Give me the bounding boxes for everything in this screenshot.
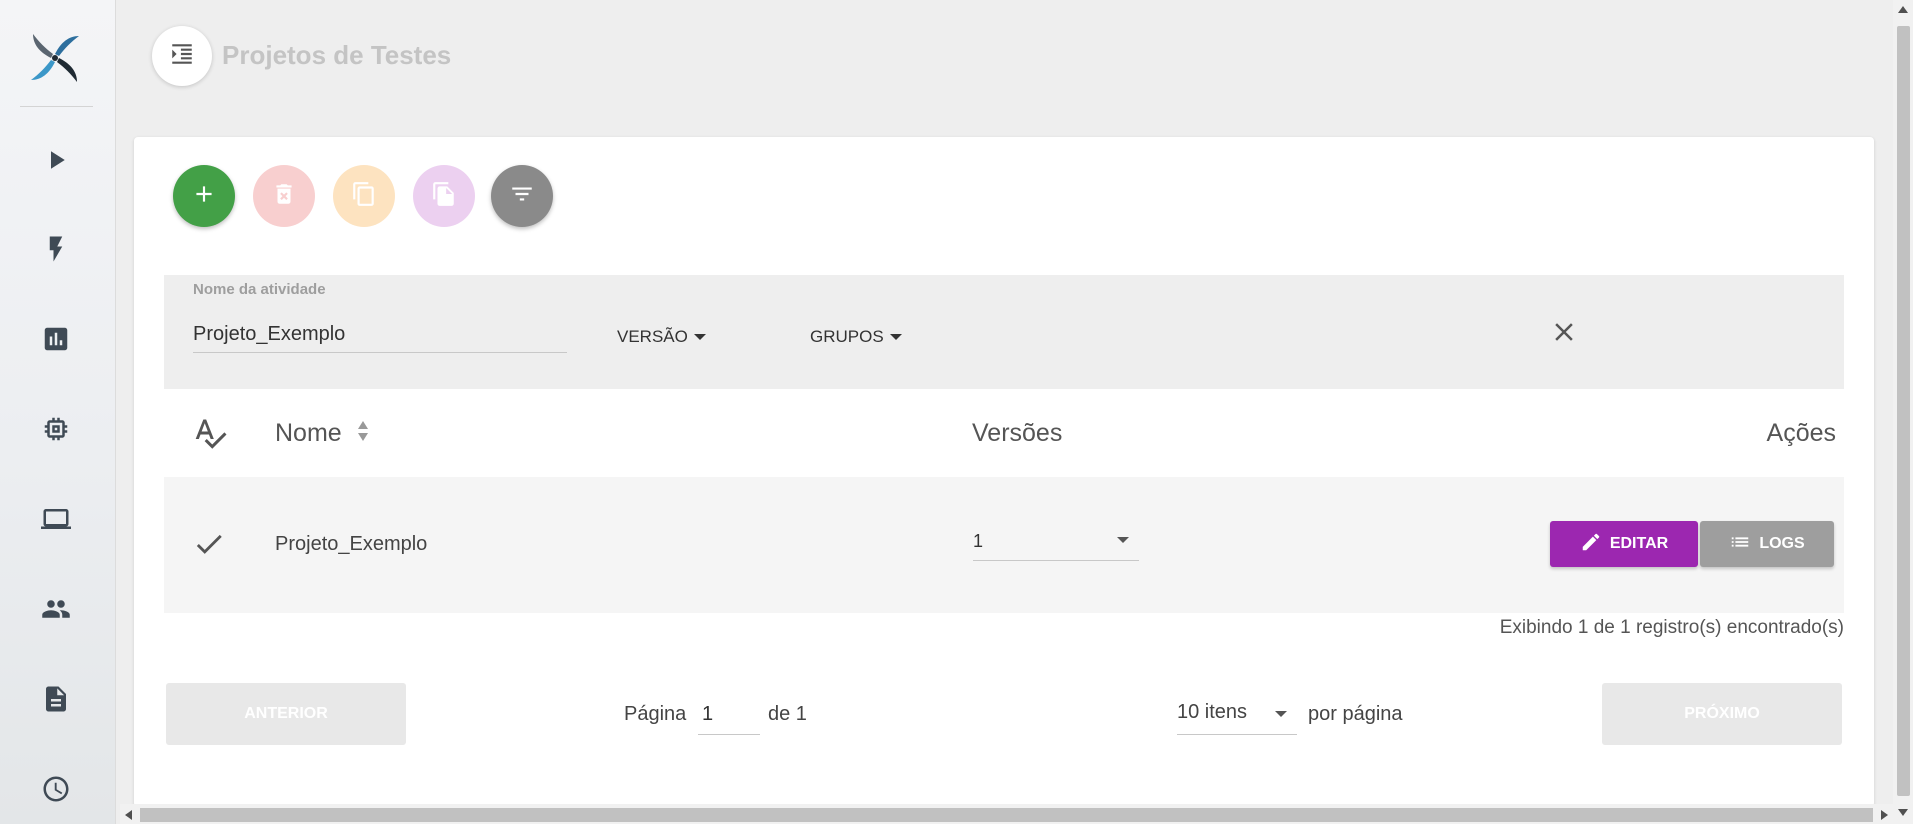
page-number-input[interactable] xyxy=(698,695,760,735)
bar-chart-icon[interactable] xyxy=(38,321,74,357)
close-filter-button[interactable] xyxy=(1549,317,1579,347)
vertical-scrollbar[interactable] xyxy=(1893,0,1913,824)
logs-button[interactable]: LOGS xyxy=(1700,521,1834,567)
main-card: Nome da atividade VERSÃO GRUPOS Nome Ver… xyxy=(134,137,1874,807)
sort-icon[interactable] xyxy=(357,420,369,449)
version-dropdown-label: VERSÃO xyxy=(617,327,688,346)
page-total-label: de 1 xyxy=(768,703,807,725)
scroll-right-icon[interactable] xyxy=(1881,810,1888,820)
table-header: Nome Versões Ações xyxy=(164,389,1844,477)
list-icon xyxy=(1729,531,1751,558)
page-title: Projetos de Testes xyxy=(222,40,452,70)
clock-icon[interactable] xyxy=(38,771,74,807)
groups-dropdown[interactable]: GRUPOS xyxy=(810,327,902,347)
add-button[interactable] xyxy=(173,165,235,227)
plus-icon xyxy=(191,181,217,212)
per-page-label: por página xyxy=(1308,703,1403,725)
indent-menu-icon xyxy=(169,41,195,72)
next-page-button[interactable]: PRÓXIMO xyxy=(1602,683,1842,745)
caret-down-icon xyxy=(693,334,706,340)
laptop-icon[interactable] xyxy=(38,501,74,537)
records-count: Exibindo 1 de 1 registro(s) encontrado(s… xyxy=(1499,617,1844,638)
scroll-down-icon[interactable] xyxy=(1898,809,1908,816)
vertical-scroll-thumb[interactable] xyxy=(1897,26,1910,796)
menu-toggle-button[interactable] xyxy=(152,26,212,86)
users-icon[interactable] xyxy=(38,591,74,627)
edit-button[interactable]: EDITAR xyxy=(1550,521,1698,567)
activity-name-input[interactable] xyxy=(193,317,567,353)
items-per-page-value: 10 itens xyxy=(1177,701,1248,723)
version-select-value: 1 xyxy=(973,531,984,551)
copy-button[interactable] xyxy=(333,165,395,227)
scroll-up-icon[interactable] xyxy=(1898,6,1908,13)
horizontal-scrollbar[interactable] xyxy=(120,804,1893,824)
chip-icon[interactable] xyxy=(38,411,74,447)
column-versions-header: Versões xyxy=(972,419,1063,447)
items-per-page-select[interactable]: 10 itens xyxy=(1177,693,1297,735)
play-icon[interactable] xyxy=(38,142,74,178)
page-label: Página xyxy=(624,703,687,725)
column-name-label: Nome xyxy=(275,419,342,447)
column-name-header[interactable]: Nome xyxy=(275,419,369,449)
groups-dropdown-label: GRUPOS xyxy=(810,327,884,346)
lightning-icon[interactable] xyxy=(38,231,74,267)
close-icon xyxy=(1549,323,1579,351)
scroll-left-icon[interactable] xyxy=(125,810,132,820)
copy-icon xyxy=(351,181,377,212)
row-name: Projeto_Exemplo xyxy=(275,533,428,555)
pencil-icon xyxy=(1580,531,1602,558)
version-select[interactable]: 1 xyxy=(973,517,1139,561)
caret-down-icon xyxy=(1275,711,1287,717)
app-logo[interactable] xyxy=(27,30,83,86)
document-icon[interactable] xyxy=(38,681,74,717)
logs-button-label: LOGS xyxy=(1759,535,1805,552)
table-row: Projeto_Exemplo 1 EDITAR LOGS xyxy=(164,477,1844,613)
check-icon[interactable] xyxy=(192,527,226,561)
spellcheck-icon[interactable] xyxy=(192,415,228,451)
horizontal-scroll-thumb[interactable] xyxy=(140,808,1873,822)
previous-page-button[interactable]: ANTERIOR xyxy=(166,683,406,745)
activity-name-label: Nome da atividade xyxy=(193,281,326,298)
version-dropdown[interactable]: VERSÃO xyxy=(617,327,706,347)
edit-button-label: EDITAR xyxy=(1609,535,1669,552)
filter-bar: Nome da atividade VERSÃO GRUPOS xyxy=(164,275,1844,389)
caret-down-icon xyxy=(889,334,902,340)
paste-icon xyxy=(431,181,457,212)
sidebar-divider xyxy=(20,106,93,107)
caret-down-icon xyxy=(1117,537,1129,543)
column-actions-header: Ações xyxy=(1766,419,1836,447)
filter-button[interactable] xyxy=(491,165,553,227)
delete-button[interactable] xyxy=(253,165,315,227)
filter-icon xyxy=(509,181,535,212)
trash-icon xyxy=(271,181,297,212)
paste-button[interactable] xyxy=(413,165,475,227)
sidebar xyxy=(0,0,116,824)
